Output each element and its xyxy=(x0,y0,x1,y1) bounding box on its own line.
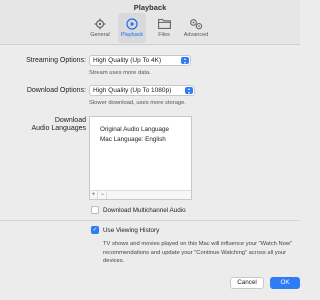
divider xyxy=(0,220,300,221)
list-item[interactable]: Original Audio Language xyxy=(100,126,169,133)
add-language-button[interactable]: + xyxy=(90,191,98,199)
gear-icon xyxy=(86,13,114,31)
ok-button[interactable]: OK xyxy=(270,277,300,289)
streaming-hint: Stream uses more data. xyxy=(89,70,151,76)
tab-general[interactable]: General xyxy=(86,13,114,43)
preferences-tabs: General Playback Files Advanced xyxy=(86,13,214,43)
play-icon xyxy=(118,13,146,31)
viewing-history-description: TV shows and movies played on this Mac w… xyxy=(103,241,293,265)
window-title: Playback xyxy=(133,3,167,12)
tab-files[interactable]: Files xyxy=(150,13,178,43)
folder-icon xyxy=(150,13,178,31)
audio-languages-label: Download Audio Languages xyxy=(32,117,87,133)
viewing-history-checkbox[interactable]: ✓ xyxy=(91,226,99,234)
download-options-value: High Quality (Up To 1080p) xyxy=(93,87,172,94)
list-item[interactable]: Mac Language: English xyxy=(100,136,166,143)
audio-languages-list[interactable]: Original Audio Language Mac Language: En… xyxy=(89,116,192,200)
tab-general-label: General xyxy=(90,32,110,38)
tab-advanced-label: Advanced xyxy=(183,32,209,38)
tab-advanced[interactable]: Advanced xyxy=(182,13,210,43)
tab-playback-label: Playback xyxy=(120,32,144,38)
tab-playback[interactable]: Playback xyxy=(118,13,146,43)
audio-languages-label-line2: Audio Languages xyxy=(31,125,87,132)
viewing-history-label: Use Viewing History xyxy=(103,227,160,234)
download-options-popup[interactable]: High Quality (Up To 1080p) ▴ ▾ xyxy=(89,85,195,96)
chevron-updown-icon: ▴ ▾ xyxy=(181,57,189,64)
multichannel-label: Download Multichannel Audio xyxy=(103,207,186,214)
audio-languages-label-line1: Download xyxy=(54,117,86,124)
streaming-options-popup[interactable]: High Quality (Up To 4K) ▴ ▾ xyxy=(89,55,191,66)
multichannel-checkbox[interactable] xyxy=(91,206,99,214)
download-hint: Slower download, uses more storage. xyxy=(89,100,186,106)
remove-language-button[interactable]: − xyxy=(99,191,107,199)
title-bar: Playback General Playback Files Advanced xyxy=(0,0,300,45)
streaming-options-value: High Quality (Up To 4K) xyxy=(93,57,162,64)
cancel-button[interactable]: Cancel xyxy=(230,277,264,289)
download-options-label: Download Options: xyxy=(26,87,86,94)
tab-files-label: Files xyxy=(158,32,170,38)
chevron-updown-icon: ▴ ▾ xyxy=(185,87,193,94)
list-controls: + − xyxy=(90,190,191,199)
streaming-options-label: Streaming Options: xyxy=(26,57,86,64)
gears-icon xyxy=(182,13,210,31)
